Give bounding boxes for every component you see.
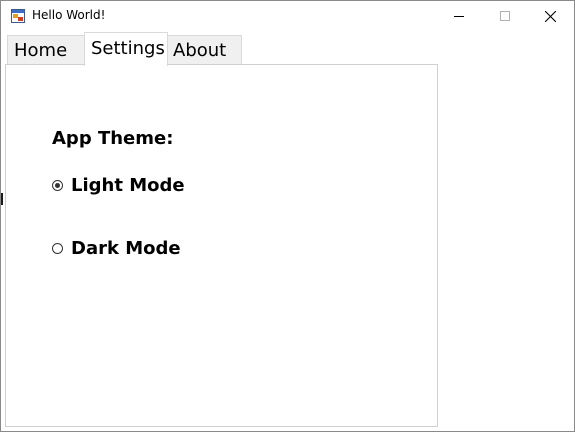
tab-about[interactable]: About (167, 35, 242, 65)
app-theme-label: App Theme: (52, 128, 174, 149)
dark-mode-label[interactable]: Dark Mode (71, 238, 181, 259)
close-icon (544, 10, 556, 22)
radio-unchecked-icon[interactable] (52, 243, 63, 254)
settings-tab-panel: App Theme: Light Mode Dark Mode (5, 64, 438, 427)
maximize-icon (500, 11, 510, 21)
maximize-button[interactable] (482, 1, 528, 31)
light-mode-label[interactable]: Light Mode (71, 175, 185, 196)
tab-strip: Home Settings About (1, 31, 574, 66)
minimize-icon (454, 11, 464, 21)
window-title: Hello World! (32, 8, 106, 22)
radio-checked-icon[interactable] (52, 180, 63, 191)
tab-home[interactable]: Home (7, 35, 85, 65)
title-bar[interactable]: Hello World! (1, 1, 574, 31)
light-mode-radio[interactable]: Light Mode (52, 175, 185, 196)
app-window-icon (11, 8, 25, 23)
window-edge-artifact (1, 193, 3, 205)
tab-settings[interactable]: Settings (84, 32, 168, 66)
main-window: Hello World! Home Settings About App The… (0, 0, 575, 432)
minimize-button[interactable] (436, 1, 482, 31)
dark-mode-radio[interactable]: Dark Mode (52, 238, 181, 259)
tab-settings-label: Settings (91, 38, 165, 59)
tab-about-label: About (173, 40, 227, 61)
tab-home-label: Home (14, 40, 68, 61)
close-button[interactable] (527, 1, 573, 31)
